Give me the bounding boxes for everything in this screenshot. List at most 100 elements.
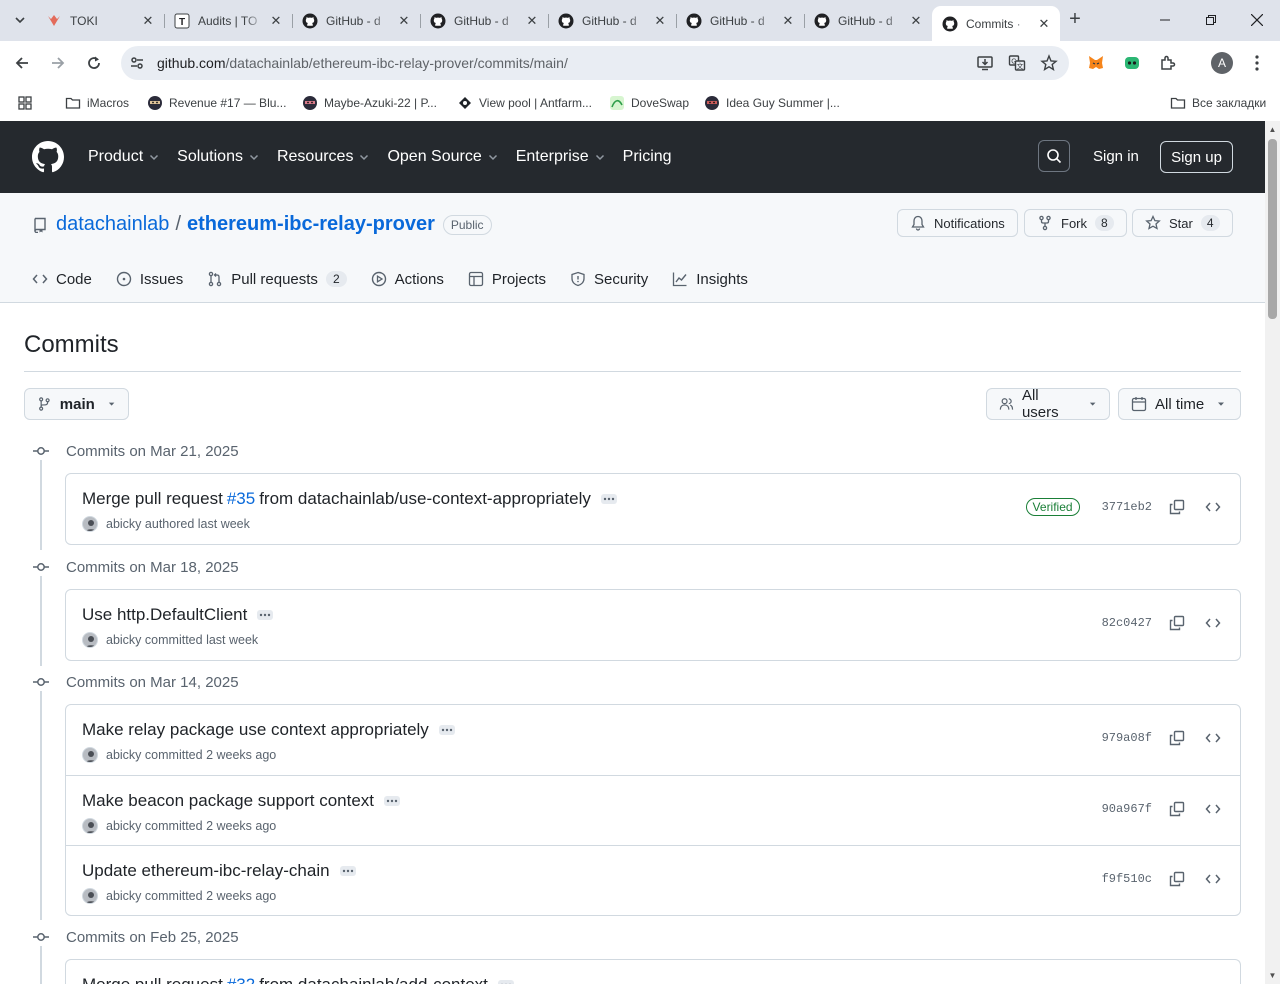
tab-security[interactable]: Security [562, 271, 656, 288]
copy-icon[interactable] [1166, 798, 1188, 820]
browser-tab[interactable]: GitHub - d ✕ [420, 6, 549, 35]
browser-tab[interactable]: GitHub - d ✕ [292, 6, 421, 35]
sign-up-button[interactable]: Sign up [1160, 141, 1233, 173]
github-search-button[interactable] [1038, 140, 1070, 172]
commit-message-text[interactable]: Merge pull request [82, 975, 223, 984]
bookmark-idea-guy[interactable]: Idea Guy Summer |... [704, 92, 840, 114]
install-app-icon[interactable] [971, 49, 999, 77]
browser-tab[interactable]: TOKI ✕ [36, 6, 165, 35]
commit-message[interactable]: Make relay package use context appropria… [82, 720, 455, 740]
nav-enterprise[interactable]: Enterprise [516, 148, 605, 166]
close-icon[interactable]: ✕ [1036, 16, 1052, 32]
scrollbar-thumb[interactable] [1268, 139, 1277, 319]
star-button[interactable]: Star 4 [1132, 209, 1233, 237]
commit-message[interactable]: Make beacon package support context [82, 791, 401, 811]
translate-icon[interactable]: G文 [1003, 49, 1031, 77]
ellipsis-icon[interactable] [384, 796, 401, 806]
tab-actions[interactable]: Actions [363, 271, 452, 288]
commit-sha-link[interactable]: 979a08f [1102, 731, 1152, 745]
commit-sha-link[interactable]: 90a967f [1102, 802, 1152, 816]
bookmark-imacros[interactable]: iMacros [65, 92, 129, 114]
code-icon[interactable] [1202, 612, 1224, 634]
reload-button[interactable] [80, 49, 108, 77]
browser-tab[interactable]: GitHub - d ✕ [548, 6, 677, 35]
browser-tab-active[interactable]: Commits · ✕ [932, 6, 1060, 41]
code-icon[interactable] [1202, 798, 1224, 820]
nav-product[interactable]: Product [88, 148, 159, 166]
tab-projects[interactable]: Projects [460, 271, 554, 288]
all-bookmarks-button[interactable]: Все закладки [1170, 92, 1266, 114]
scroll-up-arrow-icon[interactable]: ▲ [1268, 125, 1277, 134]
commit-author[interactable]: abicky [106, 889, 141, 903]
commit-message[interactable]: Merge pull request #35 from datachainlab… [82, 489, 617, 509]
new-tab-button[interactable]: + [1064, 8, 1086, 30]
tab-search-button[interactable] [8, 8, 32, 32]
commit-message[interactable]: Use http.DefaultClient [82, 605, 274, 625]
author-avatar[interactable] [82, 747, 98, 763]
ellipsis-icon[interactable] [339, 866, 356, 876]
time-filter-button[interactable]: All time [1118, 388, 1241, 420]
commit-message-text[interactable]: Update ethereum-ibc-relay-chain [82, 861, 330, 881]
close-icon[interactable]: ✕ [908, 13, 924, 29]
back-button[interactable] [8, 49, 36, 77]
github-logo-icon[interactable] [32, 141, 64, 173]
commit-sha-link[interactable]: f9f510c [1102, 872, 1152, 886]
tab-insights[interactable]: Insights [664, 271, 756, 288]
browser-tab[interactable]: GitHub - d ✕ [804, 6, 932, 35]
tab-code[interactable]: Code [24, 271, 100, 288]
commit-message-text[interactable]: Make relay package use context appropria… [82, 720, 429, 740]
commit-message-text[interactable]: Use http.DefaultClient [82, 605, 247, 625]
commit-message[interactable]: Update ethereum-ibc-relay-chain [82, 861, 356, 881]
tab-pull-requests[interactable]: Pull requests 2 [199, 271, 354, 288]
commit-message-text[interactable]: Make beacon package support context [82, 791, 374, 811]
code-icon[interactable] [1202, 727, 1224, 749]
profile-avatar[interactable]: A [1211, 52, 1233, 74]
extensions-puzzle-icon[interactable] [1154, 49, 1182, 77]
site-info-icon[interactable] [123, 49, 151, 77]
commit-author[interactable]: abicky [106, 633, 141, 647]
ellipsis-icon[interactable] [257, 610, 274, 620]
branch-select-button[interactable]: main [24, 388, 129, 420]
green-extension-icon[interactable] [1118, 49, 1146, 77]
author-avatar[interactable] [82, 818, 98, 834]
copy-icon[interactable] [1166, 612, 1188, 634]
ellipsis-icon[interactable] [438, 725, 455, 735]
commit-author[interactable]: abicky [106, 819, 141, 833]
browser-menu-button[interactable] [1243, 49, 1271, 77]
forward-button[interactable] [44, 49, 72, 77]
nav-resources[interactable]: Resources [277, 148, 369, 166]
close-icon[interactable]: ✕ [780, 13, 796, 29]
ellipsis-icon[interactable] [600, 494, 617, 504]
copy-icon[interactable] [1166, 496, 1188, 518]
bookmark-antfarm[interactable]: View pool | Antfarm... [457, 92, 592, 114]
repo-name-link[interactable]: ethereum-ibc-relay-prover [187, 213, 435, 236]
code-icon[interactable] [1202, 496, 1224, 518]
tab-issues[interactable]: Issues [108, 271, 191, 288]
fork-button[interactable]: Fork 8 [1024, 209, 1127, 237]
browser-tab[interactable]: GitHub - d ✕ [676, 6, 805, 35]
apps-button[interactable] [17, 92, 33, 114]
close-icon[interactable]: ✕ [396, 13, 412, 29]
commit-author[interactable]: abicky [106, 748, 141, 762]
nav-pricing[interactable]: Pricing [623, 148, 672, 166]
address-bar[interactable]: github.com/datachainlab/ethereum-ibc-rel… [121, 46, 1069, 80]
pull-request-link[interactable]: #32 [227, 975, 255, 984]
notifications-button[interactable]: Notifications [897, 209, 1018, 237]
code-icon[interactable] [1202, 868, 1224, 890]
commit-sha-link[interactable]: 3771eb2 [1102, 500, 1152, 514]
page-scrollbar[interactable]: ▲ ▼ [1265, 121, 1280, 984]
users-filter-button[interactable]: All users [986, 387, 1110, 421]
close-icon[interactable]: ✕ [652, 13, 668, 29]
close-icon[interactable]: ✕ [140, 13, 156, 29]
nav-open-source[interactable]: Open Source [387, 148, 497, 166]
commit-author[interactable]: abicky [106, 517, 141, 531]
nav-solutions[interactable]: Solutions [177, 148, 259, 166]
commit-message-text[interactable]: Merge pull request [82, 489, 223, 509]
minimize-button[interactable] [1142, 0, 1188, 40]
sign-in-link[interactable]: Sign in [1093, 148, 1139, 165]
metamask-extension-icon[interactable] [1082, 49, 1110, 77]
author-avatar[interactable] [82, 888, 98, 904]
scroll-down-arrow-icon[interactable]: ▼ [1268, 971, 1277, 980]
repo-owner-link[interactable]: datachainlab [56, 213, 169, 236]
commit-sha-link[interactable]: 82c0427 [1102, 616, 1152, 630]
